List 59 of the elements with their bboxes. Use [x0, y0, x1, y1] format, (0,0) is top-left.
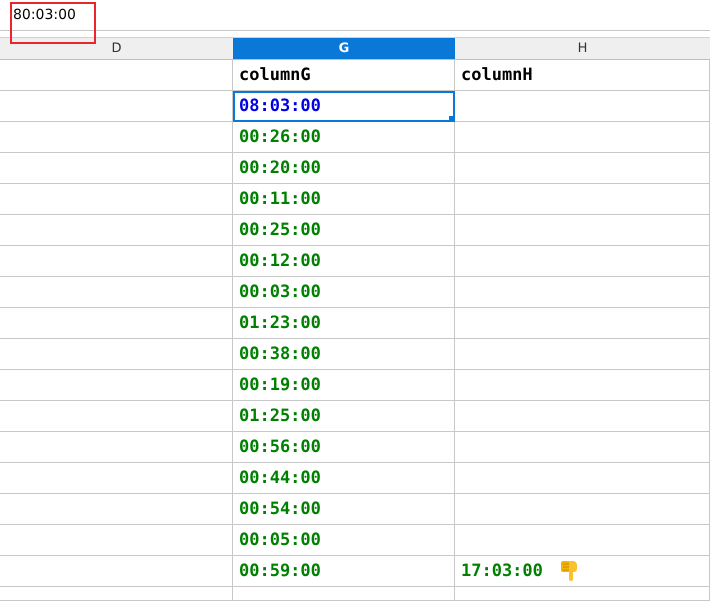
table-cell[interactable]: 01:25:00: [233, 401, 455, 432]
table-cell[interactable]: [0, 91, 233, 122]
table-cell[interactable]: 00:56:00: [233, 432, 455, 463]
table-cell[interactable]: [455, 370, 710, 401]
table-cell[interactable]: [0, 587, 233, 601]
table-cell[interactable]: [455, 587, 710, 601]
table-cell[interactable]: [0, 556, 233, 587]
thumbs-down-icon: [558, 560, 579, 582]
table-cell[interactable]: [0, 432, 233, 463]
table-cell[interactable]: [455, 494, 710, 525]
table-cell[interactable]: 00:25:00: [233, 215, 455, 246]
table-cell[interactable]: [455, 401, 710, 432]
column-header[interactable]: H: [455, 37, 710, 60]
table-cell[interactable]: 00:26:00: [233, 122, 455, 153]
table-cell[interactable]: [0, 525, 233, 556]
table-cell[interactable]: 00:20:00: [233, 153, 455, 184]
table-cell[interactable]: [455, 184, 710, 215]
time-value: 17:03:00: [461, 560, 543, 583]
table-cell[interactable]: [0, 215, 233, 246]
table-cell[interactable]: [0, 277, 233, 308]
table-cell[interactable]: [455, 277, 710, 308]
table-cell[interactable]: [455, 215, 710, 246]
table-cell[interactable]: [455, 463, 710, 494]
table-cell[interactable]: 00:03:00: [233, 277, 455, 308]
table-cell[interactable]: 01:23:00: [233, 308, 455, 339]
table-cell[interactable]: [233, 587, 455, 601]
table-cell[interactable]: 00:59:00: [233, 556, 455, 587]
table-cell[interactable]: [455, 153, 710, 184]
column-header[interactable]: G: [233, 37, 455, 60]
table-cell[interactable]: columnH: [455, 60, 710, 91]
table-cell[interactable]: 00:11:00: [233, 184, 455, 215]
table-cell[interactable]: 00:19:00: [233, 370, 455, 401]
column-header[interactable]: D: [0, 37, 233, 60]
table-cell[interactable]: [455, 122, 710, 153]
table-cell[interactable]: [455, 246, 710, 277]
table-cell[interactable]: 00:38:00: [233, 339, 455, 370]
table-cell[interactable]: 00:54:00: [233, 494, 455, 525]
table-cell[interactable]: [455, 432, 710, 463]
table-cell[interactable]: [0, 153, 233, 184]
table-cell[interactable]: [0, 246, 233, 277]
table-cell[interactable]: 00:44:00: [233, 463, 455, 494]
formula-input[interactable]: 80:03:00: [9, 4, 76, 26]
table-cell[interactable]: [0, 401, 233, 432]
table-cell[interactable]: 00:12:00: [233, 246, 455, 277]
table-cell[interactable]: [0, 463, 233, 494]
table-cell[interactable]: [0, 494, 233, 525]
table-cell[interactable]: columnG: [233, 60, 455, 91]
table-cell[interactable]: [455, 525, 710, 556]
table-cell[interactable]: 08:03:00: [233, 91, 455, 122]
table-cell[interactable]: [0, 122, 233, 153]
table-cell[interactable]: [0, 308, 233, 339]
table-cell[interactable]: [455, 339, 710, 370]
table-cell[interactable]: 00:05:00: [233, 525, 455, 556]
table-cell[interactable]: [0, 370, 233, 401]
table-cell[interactable]: [0, 60, 233, 91]
table-cell[interactable]: [0, 184, 233, 215]
table-cell[interactable]: [455, 308, 710, 339]
table-cell[interactable]: [0, 339, 233, 370]
table-cell[interactable]: [455, 91, 710, 122]
